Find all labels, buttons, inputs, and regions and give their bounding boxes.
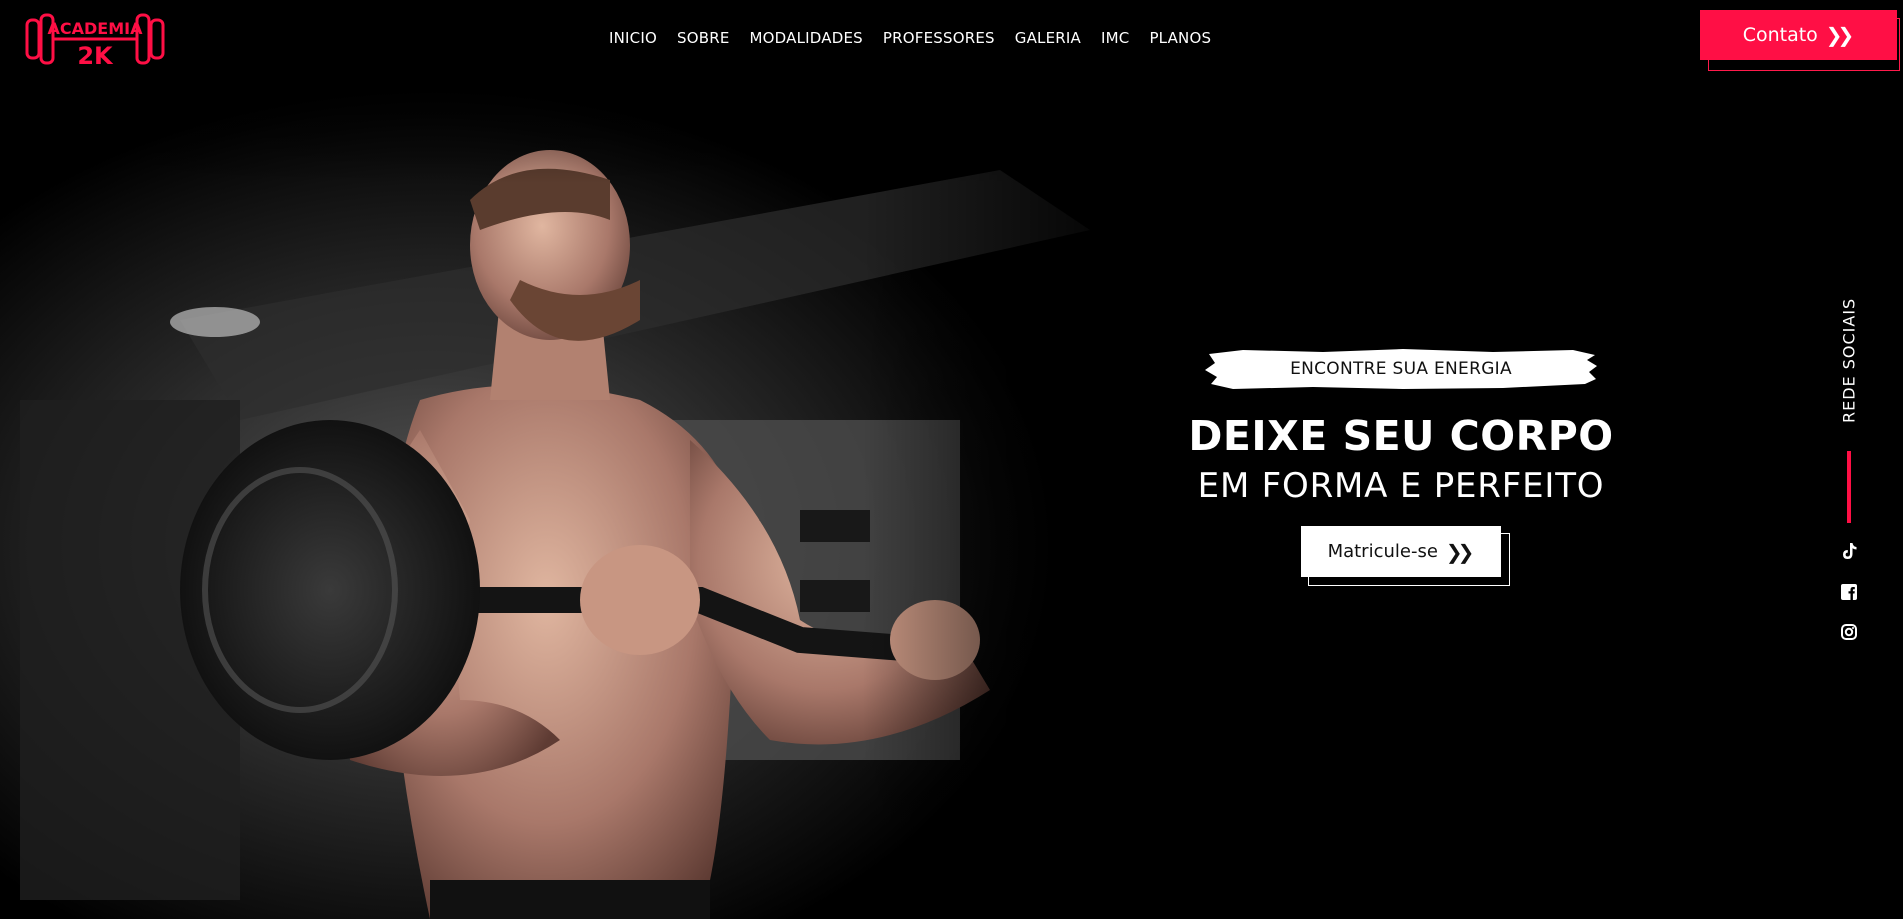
enroll-button-wrap: Matricule-se ❯❯	[1301, 526, 1511, 586]
nav-item-sobre[interactable]: SOBRE	[677, 29, 730, 47]
nav-item-galeria[interactable]: GALERIA	[1015, 29, 1081, 47]
nav-item-inicio[interactable]: INICIO	[609, 29, 657, 47]
enroll-button[interactable]: Matricule-se ❯❯	[1301, 526, 1501, 577]
tiktok-icon[interactable]	[1838, 540, 1860, 562]
double-chevron-right-icon: ❯❯	[1445, 539, 1474, 564]
social-rail-divider	[1847, 451, 1851, 523]
hero-subheadline: EM FORMA E PERFEITO	[1197, 466, 1605, 506]
main-nav: INICIO SOBRE MODALIDADES PROFESSORES GAL…	[609, 29, 1231, 47]
hero-headline: DEIXE SEU CORPO	[1188, 412, 1614, 460]
contact-button-wrap: Contato ❯❯	[1700, 10, 1900, 71]
svg-text:2K: 2K	[77, 42, 114, 70]
nav-item-planos[interactable]: PLANOS	[1149, 29, 1211, 47]
enroll-button-label: Matricule-se	[1327, 541, 1438, 562]
nav-item-imc[interactable]: IMC	[1101, 29, 1129, 47]
nav-item-professores[interactable]: PROFESSORES	[883, 29, 995, 47]
nav-item-modalidades[interactable]: MODALIDADES	[750, 29, 863, 47]
contact-button[interactable]: Contato ❯❯	[1700, 10, 1897, 60]
instagram-icon[interactable]	[1838, 621, 1860, 643]
contact-button-label: Contato	[1742, 24, 1818, 46]
double-chevron-right-icon: ❯❯	[1825, 23, 1854, 47]
social-rail-title: REDE SOCIAIS	[1839, 297, 1859, 423]
hero-tagline: ENCONTRE SUA ENERGIA	[1290, 359, 1512, 379]
hero-tagline-badge: ENCONTRE SUA ENERGIA	[1203, 346, 1599, 392]
brand-logo[interactable]: ACADEMIA 2K	[24, 8, 166, 72]
facebook-icon[interactable]	[1838, 581, 1860, 603]
svg-text:ACADEMIA: ACADEMIA	[48, 19, 144, 38]
page: ACADEMIA 2K INICIO SOBRE MODALIDADES PRO…	[0, 0, 1903, 919]
